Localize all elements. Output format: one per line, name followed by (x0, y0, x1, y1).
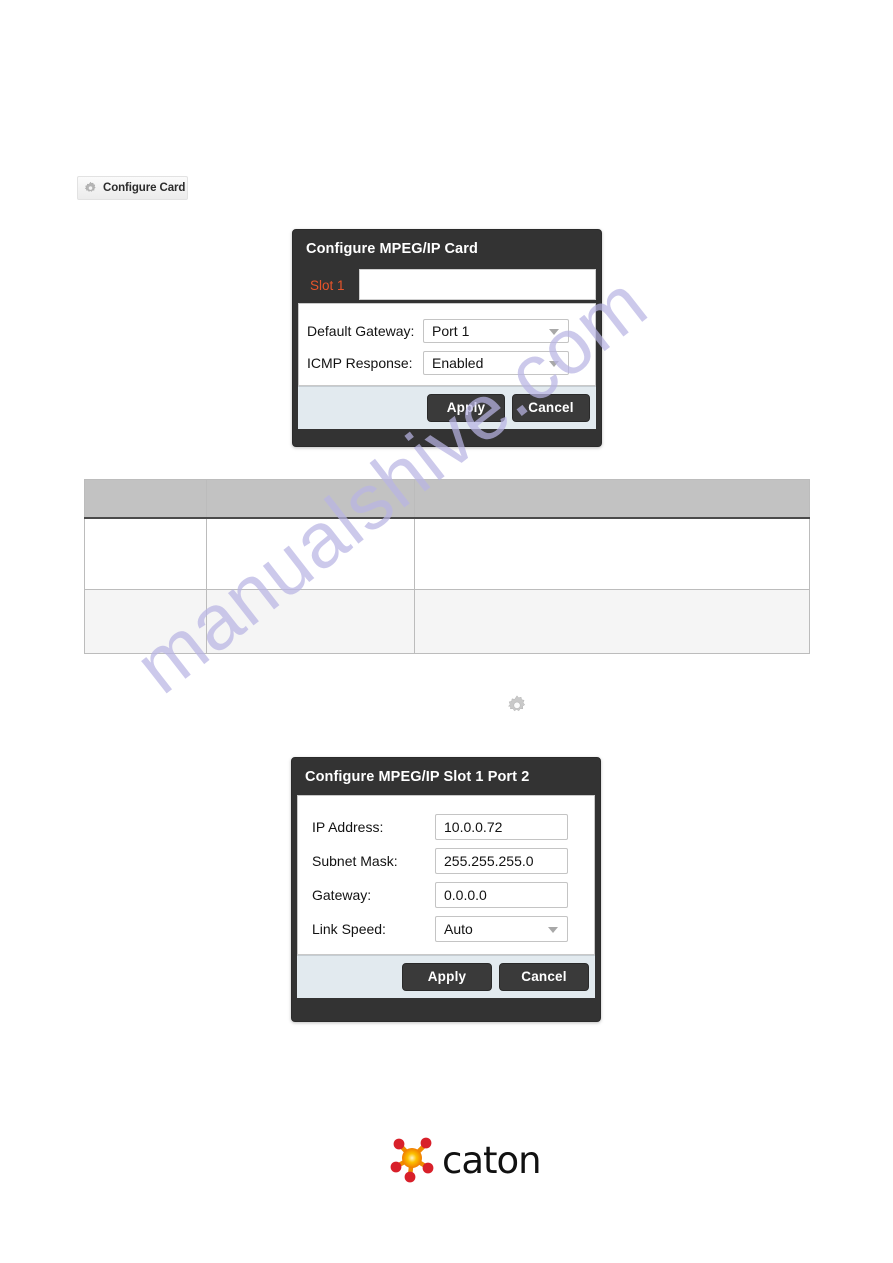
table-row (84, 517, 810, 590)
caton-logo: caton (386, 1133, 542, 1188)
configure-mpegip-port-dialog: Configure MPEG/IP Slot 1 Port 2 IP Addre… (291, 757, 601, 1022)
cancel-button[interactable]: Cancel (499, 963, 589, 991)
link-speed-label: Link Speed: (312, 921, 386, 937)
dialog-footer: Apply Cancel (297, 955, 595, 998)
table-row (84, 589, 810, 654)
table-header-cell (206, 479, 415, 519)
dialog-title: Configure MPEG/IP Slot 1 Port 2 (305, 769, 530, 785)
default-gateway-select[interactable]: Port 1 (423, 319, 569, 343)
configure-card-button[interactable]: Configure Card (77, 176, 188, 200)
configure-mpegip-card-dialog: Configure MPEG/IP Card Slot 1 Default Ga… (292, 229, 602, 447)
cancel-button[interactable]: Cancel (512, 394, 590, 422)
spec-table (84, 479, 810, 654)
gear-icon[interactable] (505, 694, 529, 718)
icmp-response-select[interactable]: Enabled (423, 351, 569, 375)
tabstrip-filler (358, 269, 596, 300)
dialog-footer: Apply Cancel (298, 386, 596, 429)
default-gateway-label: Default Gateway: (307, 323, 415, 339)
caton-molecule-icon (386, 1133, 438, 1188)
subnet-mask-input[interactable]: 255.255.255.0 (435, 848, 568, 874)
configure-card-label: Configure Card (103, 182, 186, 194)
field-row-link-speed: Link Speed: Auto (298, 912, 594, 946)
table-header-row (84, 479, 810, 519)
table-cell (84, 517, 207, 590)
apply-button[interactable]: Apply (427, 394, 505, 422)
caton-wordmark: caton (442, 1139, 542, 1182)
icmp-response-label: ICMP Response: (307, 355, 413, 371)
ip-address-input[interactable]: 10.0.0.72 (435, 814, 568, 840)
field-row-default-gateway: Default Gateway: Port 1 (299, 316, 595, 346)
table-cell (414, 589, 810, 654)
subnet-mask-label: Subnet Mask: (312, 853, 398, 869)
table-cell (206, 589, 415, 654)
gateway-input[interactable]: 0.0.0.0 (435, 882, 568, 908)
gateway-label: Gateway: (312, 887, 372, 903)
ip-address-label: IP Address: (312, 819, 384, 835)
tab-slot-1[interactable]: Slot 1 (298, 267, 359, 303)
table-header-cell (414, 479, 810, 519)
field-row-gateway: Gateway: 0.0.0.0 (298, 878, 594, 912)
slot-tabstrip: Slot 1 (293, 267, 601, 303)
table-cell (206, 517, 415, 590)
gear-icon (83, 181, 98, 196)
apply-button[interactable]: Apply (402, 963, 492, 991)
dialog-title: Configure MPEG/IP Card (306, 241, 478, 257)
dialog-body: Default Gateway: Port 1 ICMP Response: E… (298, 303, 596, 386)
dialog-body: IP Address: 10.0.0.72 Subnet Mask: 255.2… (297, 795, 595, 955)
field-row-icmp-response: ICMP Response: Enabled (299, 348, 595, 378)
field-row-ip-address: IP Address: 10.0.0.72 (298, 810, 594, 844)
table-header-cell (84, 479, 207, 519)
table-cell (84, 589, 207, 654)
field-row-subnet-mask: Subnet Mask: 255.255.255.0 (298, 844, 594, 878)
table-cell (414, 517, 810, 590)
link-speed-select[interactable]: Auto (435, 916, 568, 942)
